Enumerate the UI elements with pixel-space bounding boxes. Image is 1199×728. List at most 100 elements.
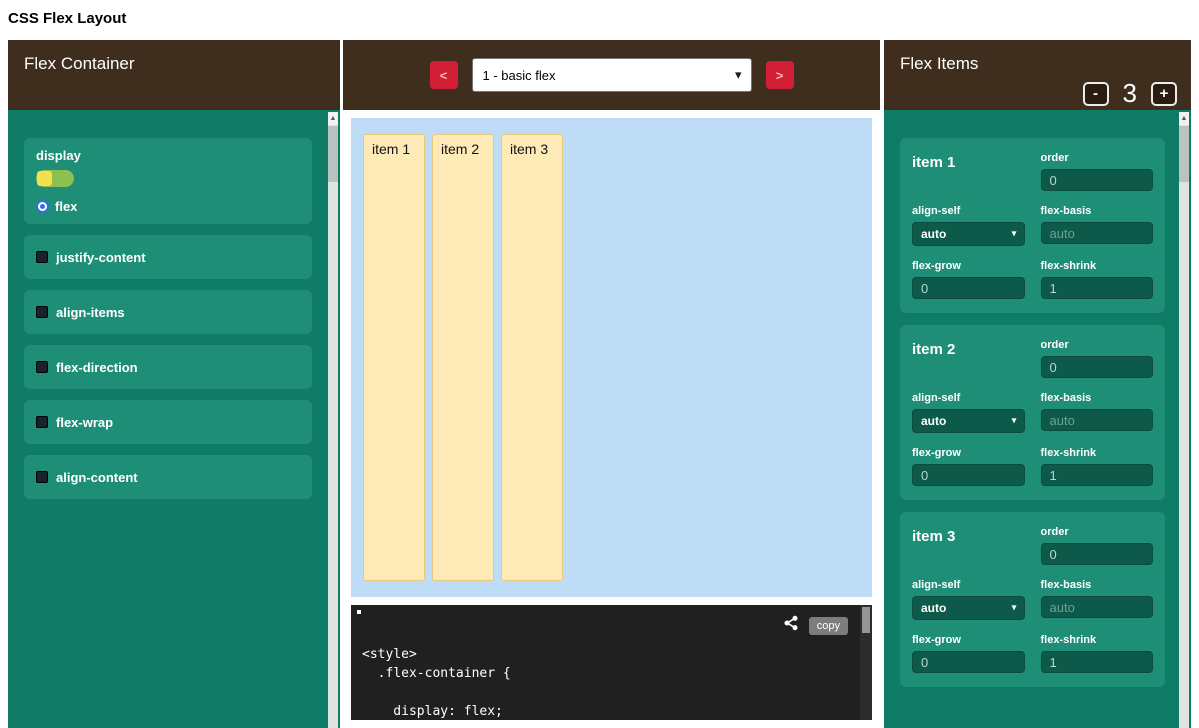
order-input[interactable] <box>1041 356 1154 378</box>
flex-basis-input[interactable] <box>1041 596 1154 618</box>
item-card-3: item 3 order align-self auto <box>900 512 1165 687</box>
flex-radio-label: flex <box>55 199 77 214</box>
flex-shrink-field: flex-shrink <box>1041 260 1154 299</box>
justify-content-label: justify-content <box>56 250 146 265</box>
flex-basis-input[interactable] <box>1041 222 1154 244</box>
flex-grow-label: flex-grow <box>912 634 1025 646</box>
item-name-field: item 3 <box>912 526 1025 565</box>
flex-container-panel: Flex Container display flex <box>8 40 340 728</box>
flex-shrink-field: flex-shrink <box>1041 634 1154 673</box>
flex-container-body: display flex justify-con <box>8 110 340 728</box>
flex-container-title: Flex Container <box>24 54 135 74</box>
item-card-1: item 1 order align-self auto <box>900 138 1165 313</box>
order-label: order <box>1041 339 1154 351</box>
align-self-select-wrap: auto ▾ <box>912 409 1025 433</box>
justify-content-group: justify-content <box>24 235 312 279</box>
code-line: display: flex; <box>362 702 872 720</box>
align-self-field: align-self auto ▾ <box>912 579 1025 620</box>
next-preset-button[interactable]: > <box>766 61 794 89</box>
flex-grow-field: flex-grow <box>912 260 1025 299</box>
align-self-select[interactable]: auto <box>912 596 1025 620</box>
flex-wrap-group: flex-wrap <box>24 400 312 444</box>
align-self-label: align-self <box>912 205 1025 217</box>
display-label: display <box>36 148 300 163</box>
flex-basis-label: flex-basis <box>1041 205 1154 217</box>
flex-radio-row: flex <box>36 199 300 214</box>
flex-basis-input[interactable] <box>1041 409 1154 431</box>
scroll-up-icon[interactable]: ▲ <box>1179 112 1189 125</box>
flex-basis-field: flex-basis <box>1041 205 1154 246</box>
item-card-2: item 2 order align-self auto <box>900 325 1165 500</box>
preset-toolbar: < 1 - basic flex ▾ > <box>343 40 880 110</box>
share-icon[interactable] <box>783 615 799 636</box>
order-label: order <box>1041 526 1154 538</box>
align-items-checkbox[interactable] <box>36 306 48 318</box>
code-scrollbar-thumb[interactable] <box>862 607 870 633</box>
order-input[interactable] <box>1041 169 1154 191</box>
preview-body: item 1 item 2 item 3 <box>343 110 880 728</box>
flex-grow-input[interactable] <box>912 277 1025 299</box>
align-self-label: align-self <box>912 579 1025 591</box>
flex-direction-checkbox[interactable] <box>36 361 48 373</box>
align-self-select-wrap: auto ▾ <box>912 596 1025 620</box>
toggle-knob <box>37 171 52 186</box>
item-name-field: item 1 <box>912 152 1025 191</box>
align-self-select[interactable]: auto <box>912 409 1025 433</box>
order-field: order <box>1041 339 1154 378</box>
preset-select-wrap: 1 - basic flex ▾ <box>472 58 752 92</box>
prev-preset-button[interactable]: < <box>430 61 458 89</box>
remove-item-button[interactable]: - <box>1083 82 1109 106</box>
flex-direction-label: flex-direction <box>56 360 138 375</box>
add-item-button[interactable]: + <box>1151 82 1177 106</box>
preset-select[interactable]: 1 - basic flex <box>472 58 752 92</box>
flex-items-header: Flex Items - 3 + <box>884 40 1191 110</box>
flex-direction-group: flex-direction <box>24 345 312 389</box>
flex-items-panel: Flex Items - 3 + item 1 <box>884 40 1191 728</box>
display-toggle[interactable] <box>36 170 74 187</box>
code-panel: copy <style> .flex-container { display: … <box>351 605 872 720</box>
right-scrollbar-thumb[interactable] <box>1179 126 1189 182</box>
code-line: <style> <box>362 645 872 664</box>
copy-button[interactable]: copy <box>809 617 848 635</box>
flex-shrink-label: flex-shrink <box>1041 260 1154 272</box>
flex-radio[interactable] <box>36 200 49 213</box>
order-label: order <box>1041 152 1154 164</box>
flex-shrink-field: flex-shrink <box>1041 447 1154 486</box>
flex-items-body: item 1 order align-self auto <box>884 110 1191 728</box>
align-self-label: align-self <box>912 392 1025 404</box>
align-items-label: align-items <box>56 305 125 320</box>
left-panel-scrollbar[interactable]: ▲ <box>328 112 338 728</box>
code-cursor-dot <box>357 610 361 614</box>
code-scrollbar[interactable] <box>860 605 872 720</box>
flex-basis-label: flex-basis <box>1041 579 1154 591</box>
order-field: order <box>1041 526 1154 565</box>
flex-basis-field: flex-basis <box>1041 392 1154 433</box>
radio-dot-icon <box>40 204 45 209</box>
justify-content-checkbox[interactable] <box>36 251 48 263</box>
align-content-checkbox[interactable] <box>36 471 48 483</box>
item-card-title: item 3 <box>912 526 1025 545</box>
page-title: CSS Flex Layout <box>8 10 126 27</box>
right-panel-scrollbar[interactable]: ▲ <box>1179 112 1189 728</box>
scroll-up-icon[interactable]: ▲ <box>328 112 338 125</box>
flex-shrink-input[interactable] <box>1041 651 1154 673</box>
flex-grow-label: flex-grow <box>912 260 1025 272</box>
flex-shrink-label: flex-shrink <box>1041 447 1154 459</box>
flex-container-header: Flex Container <box>8 40 340 110</box>
flex-grow-input[interactable] <box>912 464 1025 486</box>
align-self-select[interactable]: auto <box>912 222 1025 246</box>
item-counter: - 3 + <box>1083 78 1177 109</box>
flex-shrink-input[interactable] <box>1041 277 1154 299</box>
flex-basis-field: flex-basis <box>1041 579 1154 620</box>
order-input[interactable] <box>1041 543 1154 565</box>
align-content-label: align-content <box>56 470 138 485</box>
flex-wrap-checkbox[interactable] <box>36 416 48 428</box>
flex-shrink-input[interactable] <box>1041 464 1154 486</box>
preview-item-3: item 3 <box>501 134 563 581</box>
flex-grow-field: flex-grow <box>912 634 1025 673</box>
left-scrollbar-thumb[interactable] <box>328 126 338 182</box>
align-items-group: align-items <box>24 290 312 334</box>
flex-preview-container: item 1 item 2 item 3 <box>351 118 872 597</box>
flex-grow-input[interactable] <box>912 651 1025 673</box>
code-line <box>362 683 872 702</box>
